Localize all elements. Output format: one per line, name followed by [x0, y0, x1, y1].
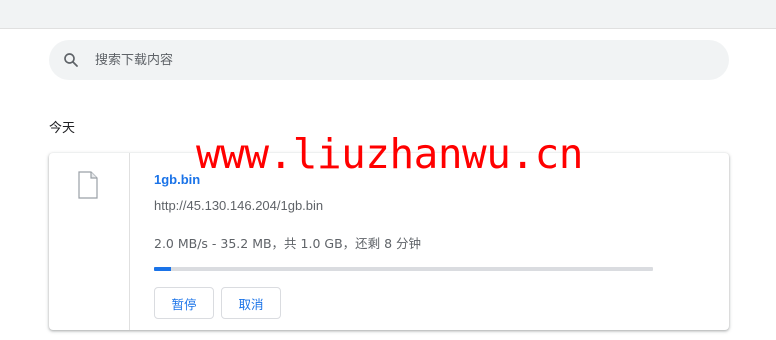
file-icon	[78, 171, 98, 199]
file-url-link[interactable]: http://45.130.146.204/1gb.bin	[154, 198, 323, 213]
download-status-text: 2.0 MB/s - 35.2 MB，共 1.0 GB，还剩 8 分钟	[154, 236, 422, 251]
download-item-card: 1gb.bin http://45.130.146.204/1gb.bin 2.…	[49, 153, 729, 330]
file-icon-column	[49, 153, 130, 330]
date-section-title: 今天	[49, 121, 76, 136]
top-toolbar-strip	[0, 0, 776, 29]
search-icon	[61, 50, 81, 70]
download-progress-bar	[154, 267, 653, 271]
search-bar[interactable]	[49, 40, 729, 80]
search-input[interactable]	[95, 52, 655, 68]
pause-button[interactable]: 暂停	[154, 287, 214, 319]
cancel-button[interactable]: 取消	[221, 287, 281, 319]
download-progress-fill	[154, 267, 171, 271]
file-name-link[interactable]: 1gb.bin	[154, 172, 200, 187]
